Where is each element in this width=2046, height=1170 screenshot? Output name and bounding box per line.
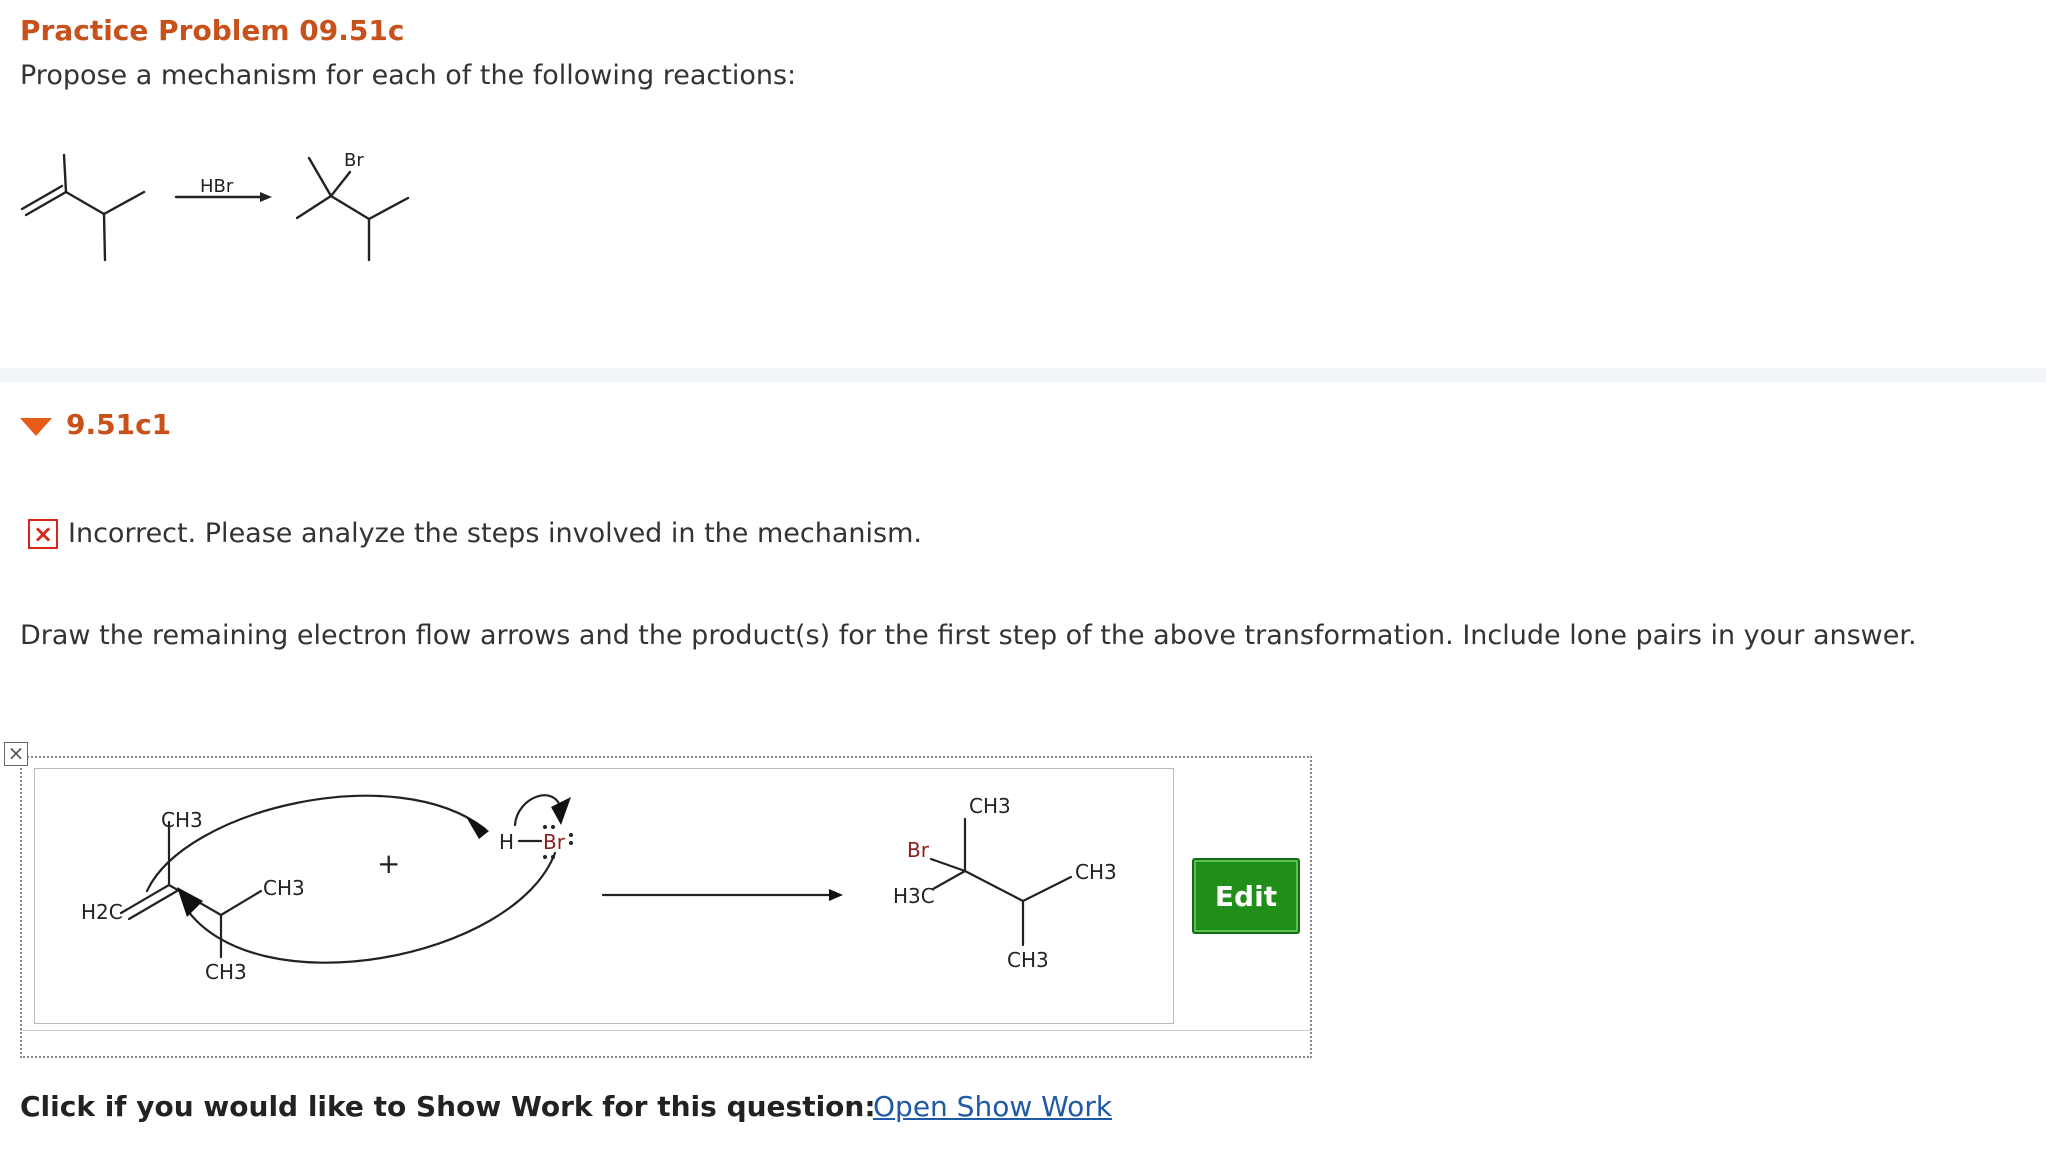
open-show-work-link[interactable]: Open Show Work (873, 1090, 1112, 1123)
section-divider (0, 368, 2046, 382)
atom-label: Br (543, 830, 566, 854)
electron-arrowhead-1 (465, 815, 489, 839)
electron-arrowhead-2 (177, 887, 203, 917)
reactant-bond (219, 889, 263, 917)
edit-button[interactable]: Edit (1192, 858, 1300, 934)
reactant-bond (62, 153, 68, 194)
electron-arrowhead-3 (551, 797, 571, 825)
feedback-row: × Incorrect. Please analyze the steps in… (28, 518, 922, 549)
product-bond-br (929, 857, 967, 873)
atom-label: CH3 (969, 794, 1011, 818)
reagent-label: HBr (200, 176, 234, 197)
incorrect-x-icon: × (28, 518, 58, 549)
atom-label: CH3 (263, 876, 305, 900)
atom-label: Br (907, 838, 930, 862)
product-bond (307, 156, 333, 198)
plus-sign: + (377, 847, 400, 880)
reactant-bond (64, 190, 106, 216)
mechanism-drawing[interactable]: CH3 H2C CH3 CH3 + H Br Br CH3 H3C CH3 CH… (34, 768, 1174, 1024)
close-icon[interactable]: × (4, 742, 28, 766)
atom-label: CH3 (161, 808, 203, 832)
problem-title: Practice Problem 09.51c (20, 14, 405, 47)
triangle-down-icon[interactable] (20, 417, 52, 436)
reactant-bond (102, 212, 107, 262)
problem-prompt: Propose a mechanism for each of the foll… (20, 60, 797, 91)
reaction-arrowhead (260, 192, 272, 202)
atom-label: H (499, 830, 514, 854)
drawing-divider (20, 1030, 1312, 1031)
part-toggle[interactable]: 9.51c1 (20, 408, 171, 441)
part-label: 9.51c1 (66, 408, 172, 441)
atom-label: CH3 (205, 960, 247, 984)
electron-flow-arrow-2 (183, 851, 557, 964)
atom-label: H3C (893, 884, 935, 908)
product-bond-br (329, 170, 352, 198)
atom-label: CH3 (1007, 948, 1049, 972)
show-work-prompt: Click if you would like to Show Work for… (20, 1090, 876, 1123)
product-bond (295, 194, 333, 220)
product-bond (329, 194, 371, 221)
reactant-bond (102, 190, 146, 216)
instructions: Draw the remaining electron flow arrows … (20, 620, 1917, 651)
feedback-text: Incorrect. Please analyze the steps invo… (68, 518, 922, 549)
forward-arrowhead (829, 889, 843, 901)
product-bond (963, 869, 1025, 903)
product-bond (931, 869, 967, 891)
atom-label: H2C (81, 900, 123, 924)
product-bromo-label: Br (344, 150, 364, 171)
reaction-scheme: HBr Br (20, 150, 410, 262)
product-bond (1021, 875, 1073, 903)
product-bond (367, 196, 410, 221)
atom-label: CH3 (1075, 860, 1117, 884)
